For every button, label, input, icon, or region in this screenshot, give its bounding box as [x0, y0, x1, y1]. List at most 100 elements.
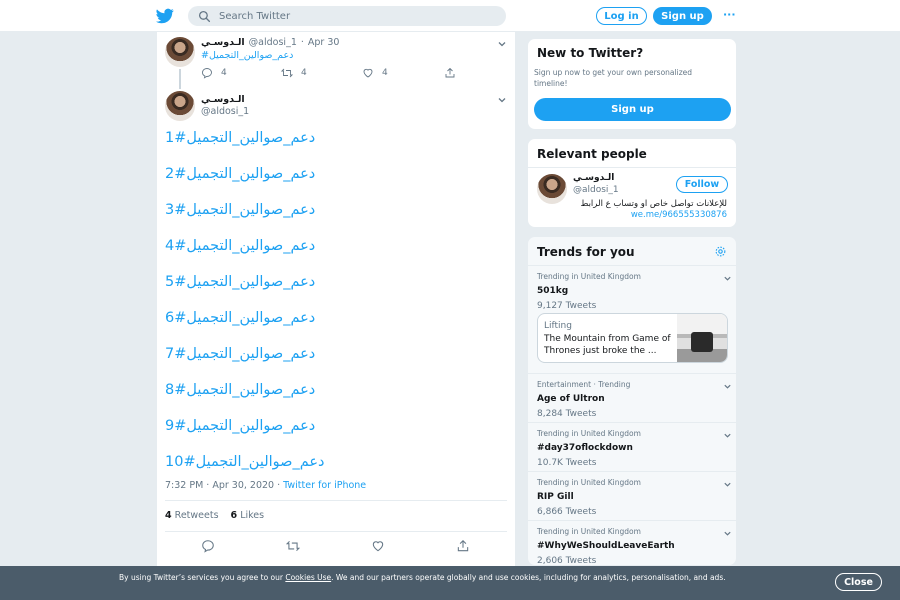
hashtag-line[interactable]: 10#دعم_صوالين_التجميل: [165, 454, 324, 470]
divider: [528, 422, 736, 423]
user-handle[interactable]: @aldosi_1: [573, 185, 619, 195]
heart-icon: [363, 68, 373, 78]
chevron-down-icon[interactable]: [723, 382, 732, 391]
card-title: Relevant people: [537, 147, 647, 161]
divider: [528, 373, 736, 374]
hashtag-line[interactable]: 4#دعم_صوالين_التجميل: [165, 238, 315, 254]
hashtag-line[interactable]: 9#دعم_صوالين_التجميل: [165, 418, 315, 434]
retweet-icon: [281, 68, 293, 78]
follow-button[interactable]: Follow: [676, 176, 728, 193]
main-tweet-header: الـدوسـي @aldosi_1: [157, 88, 515, 128]
tweet-client-link[interactable]: Twitter for iPhone: [283, 480, 366, 491]
avatar[interactable]: [165, 37, 195, 67]
login-button[interactable]: Log in: [596, 7, 647, 25]
like-count: 4: [382, 68, 388, 78]
tweet-timestamp[interactable]: 7:32 PM · Apr 30, 2020: [165, 480, 274, 491]
chevron-down-icon[interactable]: [723, 274, 732, 283]
user-bio: للإعلانات تواصل خاص او وتساب ع الرابط: [580, 199, 728, 209]
trend-item[interactable]: Trending in United Kingdom 501kg 9,127 T…: [537, 272, 732, 311]
card-description: Sign up now to get your own personalized…: [534, 68, 693, 88]
trend-tweet-count: 10.7K Tweets: [537, 458, 597, 468]
retweet-action[interactable]: 4: [281, 67, 307, 79]
trend-item[interactable]: Trending in United Kingdom #day37oflockd…: [537, 429, 732, 468]
parent-tweet-actions: 4 4 4: [201, 67, 461, 81]
chevron-down-icon[interactable]: [497, 95, 507, 105]
reply-icon[interactable]: [201, 539, 215, 553]
parent-tweet[interactable]: الـدوسـي @aldosi_1 · Apr 30 #دعم_صوالين_…: [157, 32, 515, 89]
search-box[interactable]: [188, 6, 506, 26]
new-to-twitter-card: New to Twitter? Sign up now to get your …: [527, 38, 737, 130]
parent-tweet-text[interactable]: #دعم_صوالين_التجميل: [201, 50, 293, 61]
trend-name: 501kg: [537, 286, 569, 296]
trend-moment-card[interactable]: Lifting The Mountain from Game of Throne…: [537, 313, 728, 363]
heart-icon[interactable]: [371, 539, 385, 553]
user-handle[interactable]: @aldosi_1: [249, 37, 297, 48]
sidebar-signup-button[interactable]: Sign up: [534, 98, 731, 121]
signup-button[interactable]: Sign up: [653, 7, 712, 25]
chevron-down-icon[interactable]: [497, 39, 507, 49]
moment-category: Lifting: [544, 321, 572, 331]
reply-count: 4: [221, 68, 227, 78]
hashtag-line[interactable]: 2#دعم_صوالين_التجميل: [165, 166, 315, 182]
user-handle[interactable]: @aldosi_1: [201, 106, 249, 117]
separator-dot: ·: [277, 480, 281, 491]
divider: [165, 500, 507, 501]
likes-label: Likes: [240, 510, 265, 521]
share-icon: [445, 67, 455, 78]
cookie-notice-text: By using Twitter’s services you agree to…: [119, 572, 729, 583]
close-button[interactable]: Close: [835, 573, 882, 591]
hashtag-line[interactable]: 7#دعم_صوالين_التجميل: [165, 346, 315, 362]
display-name[interactable]: الـدوسـي: [201, 94, 245, 105]
gear-icon[interactable]: [714, 245, 727, 258]
hashtag-line[interactable]: 8#دعم_صوالين_التجميل: [165, 382, 315, 398]
tweet-thread-column: الـدوسـي @aldosi_1 · Apr 30 #دعم_صوالين_…: [156, 32, 516, 600]
moment-headline: The Mountain from Game of Thrones just b…: [544, 334, 671, 356]
more-options-icon[interactable]: ···: [723, 8, 736, 21]
trend-context: Trending in United Kingdom: [537, 429, 641, 438]
parent-tweet-header: الـدوسـي @aldosi_1 · Apr 30: [201, 37, 339, 48]
trend-context: Entertainment · Trending: [537, 380, 631, 389]
trend-context: Trending in United Kingdom: [537, 272, 641, 281]
likes-stat[interactable]: 6 Likes: [231, 510, 265, 521]
search-icon: [198, 10, 211, 22]
trend-context: Trending in United Kingdom: [537, 527, 641, 536]
trend-item[interactable]: Entertainment · Trending Age of Ultron 8…: [537, 380, 732, 419]
like-action[interactable]: 4: [362, 67, 388, 79]
card-title: Trends for you: [537, 245, 635, 259]
reply-action[interactable]: 4: [201, 67, 227, 79]
hashtag-line[interactable]: 3#دعم_صوالين_التجميل: [165, 202, 315, 218]
bio-link[interactable]: we.me/966555330876: [631, 210, 727, 220]
trend-name: #WhyWeShouldLeaveEarth: [537, 541, 675, 551]
trend-tweet-count: 2,606 Tweets: [537, 556, 597, 566]
likes-count: 6: [230, 510, 238, 521]
divider: [165, 531, 507, 532]
share-action[interactable]: [444, 67, 456, 79]
trend-name: #day37oflockdown: [537, 443, 633, 453]
display-name[interactable]: الـدوسـي: [201, 37, 245, 48]
search-input[interactable]: [219, 10, 489, 22]
chevron-down-icon[interactable]: [723, 480, 732, 489]
cookies-use-link[interactable]: Cookies Use: [285, 573, 331, 582]
chevron-down-icon[interactable]: [723, 529, 732, 538]
twitter-bird-icon[interactable]: [156, 7, 174, 25]
retweet-icon[interactable]: [286, 539, 300, 553]
retweets-stat[interactable]: 4 Retweets: [165, 510, 219, 521]
display-name[interactable]: الـدوسـي: [573, 173, 614, 183]
tweet-metadata: 7:32 PM · Apr 30, 2020 · Twitter for iPh…: [165, 480, 366, 491]
hashtag-line[interactable]: 1#دعم_صوالين_التجميل: [165, 130, 315, 146]
tweet-date[interactable]: Apr 30: [308, 37, 340, 48]
trend-name: Age of Ultron: [537, 394, 605, 404]
trend-item[interactable]: Trending in United Kingdom RIP Gill 6,86…: [537, 478, 732, 517]
chevron-down-icon[interactable]: [723, 431, 732, 440]
hashtag-line[interactable]: 5#دعم_صوالين_التجميل: [165, 274, 315, 290]
divider: [528, 167, 736, 168]
avatar[interactable]: [165, 91, 195, 121]
divider: [528, 520, 736, 521]
share-icon[interactable]: [456, 539, 470, 553]
trend-item[interactable]: Trending in United Kingdom #WhyWeShouldL…: [537, 527, 732, 566]
hashtag-line[interactable]: 6#دعم_صوالين_التجميل: [165, 310, 315, 326]
cookie-text-start: By using Twitter’s services you agree to…: [119, 573, 286, 582]
thread-connector-line: [179, 69, 181, 89]
avatar[interactable]: [537, 174, 567, 204]
reply-icon: [202, 68, 212, 79]
